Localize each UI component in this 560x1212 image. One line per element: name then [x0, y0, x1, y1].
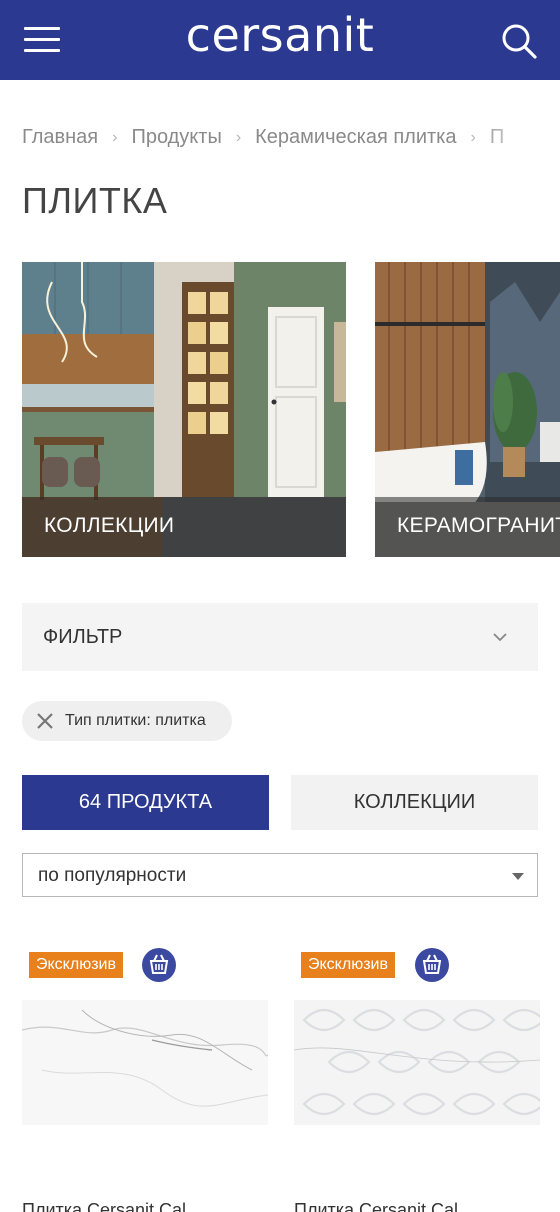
breadcrumb-separator-icon: › — [112, 128, 118, 146]
brand-logo[interactable]: cersanit — [0, 8, 560, 62]
search-icon[interactable] — [500, 22, 538, 60]
filter-toggle[interactable]: ФИЛЬТР — [22, 603, 538, 671]
filter-label: ФИЛЬТР — [43, 626, 123, 648]
chevron-down-icon — [493, 633, 507, 642]
tab-collections[interactable]: КОЛЛЕКЦИИ — [291, 775, 538, 830]
product-name[interactable]: Плитка Cersanit Cal... — [22, 1200, 268, 1212]
caret-down-icon — [512, 873, 524, 880]
product-image-marble[interactable] — [22, 1000, 268, 1125]
exclusive-badge: Эксклюзив — [29, 952, 123, 978]
category-card-porcelain-stoneware[interactable]: КЕРАМОГРАНИТ — [375, 262, 560, 557]
exclusive-badge: Эксклюзив — [301, 952, 395, 978]
active-filter-label: Тип плитки: плитка — [65, 712, 206, 729]
breadcrumb-products[interactable]: Продукты — [131, 126, 221, 149]
breadcrumb-ceramic-tile[interactable]: Керамическая плитка — [255, 126, 456, 149]
category-card-label: КОЛЛЕКЦИИ — [44, 514, 175, 537]
basket-icon[interactable] — [414, 947, 450, 983]
close-icon[interactable] — [36, 712, 54, 730]
sort-select[interactable]: по популярности — [22, 853, 538, 897]
category-card-collections[interactable]: КОЛЛЕКЦИИ — [22, 262, 346, 557]
breadcrumb-separator-icon: › — [235, 128, 242, 146]
active-filter-chip[interactable]: Тип плитки: плитка — [22, 701, 232, 741]
basket-icon[interactable] — [141, 947, 177, 983]
page-title: ПЛИТКА — [22, 180, 168, 221]
breadcrumb-fade — [470, 126, 560, 152]
breadcrumb: Главная›Продукты›Керамическая плитка›П — [22, 126, 560, 152]
category-card-label: КЕРАМОГРАНИТ — [397, 514, 560, 537]
header: cersanit — [0, 0, 560, 80]
tab-products[interactable]: 64 ПРОДУКТА — [22, 775, 269, 830]
sort-selected-value: по популярности — [38, 865, 187, 886]
product-image-pattern[interactable] — [294, 1000, 540, 1125]
breadcrumb-home[interactable]: Главная — [22, 126, 98, 149]
product-name[interactable]: Плитка Cersanit Cal... — [294, 1200, 540, 1212]
